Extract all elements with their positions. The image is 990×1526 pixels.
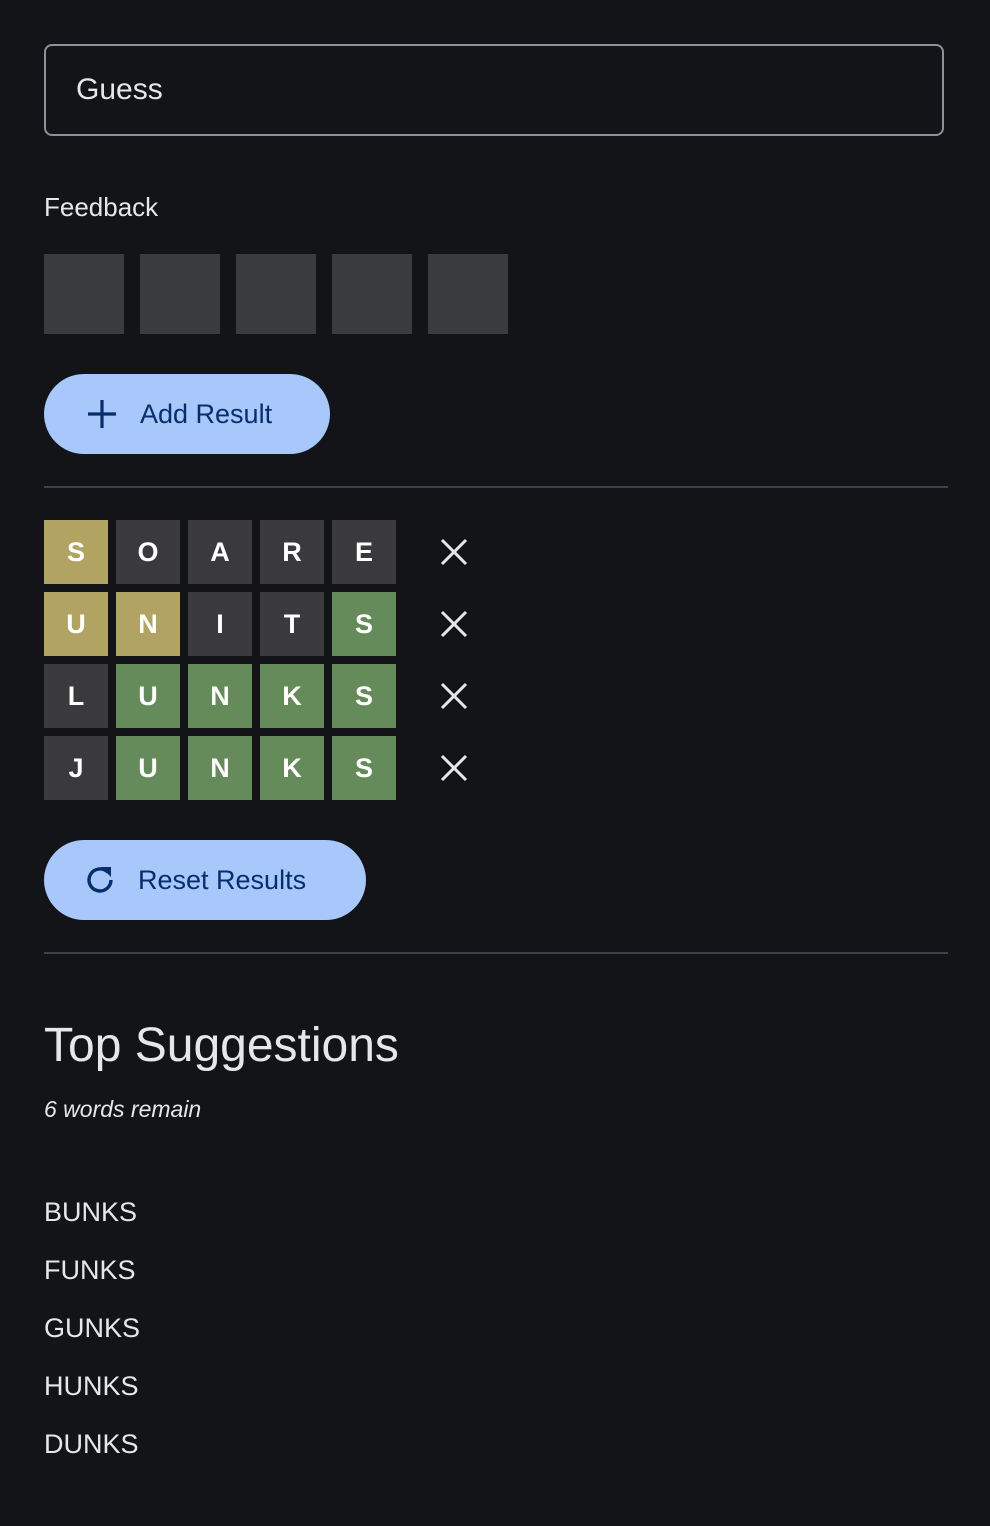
letter-tile: U bbox=[44, 592, 108, 656]
results-list: SOAREUNITSLUNKSJUNKS bbox=[44, 520, 474, 808]
suggestions-title: Top Suggestions bbox=[44, 1019, 399, 1072]
feedback-tile-5[interactable] bbox=[428, 254, 508, 334]
close-icon bbox=[440, 610, 468, 638]
divider bbox=[44, 486, 948, 488]
divider bbox=[44, 952, 948, 954]
letter-tile: S bbox=[44, 520, 108, 584]
result-row: UNITS bbox=[44, 592, 474, 656]
result-row: JUNKS bbox=[44, 736, 474, 800]
refresh-icon bbox=[82, 862, 118, 898]
feedback-label: Feedback bbox=[44, 192, 159, 222]
letter-tile: R bbox=[260, 520, 324, 584]
guess-field[interactable] bbox=[44, 44, 944, 136]
letter-tile: J bbox=[44, 736, 108, 800]
remove-result-button[interactable] bbox=[434, 748, 474, 788]
suggestion-item[interactable]: HUNKS bbox=[44, 1368, 140, 1426]
remove-result-button[interactable] bbox=[434, 532, 474, 572]
close-icon bbox=[440, 682, 468, 710]
letter-tile: A bbox=[188, 520, 252, 584]
plus-icon bbox=[84, 396, 120, 432]
result-row: LUNKS bbox=[44, 664, 474, 728]
letter-tile: N bbox=[188, 664, 252, 728]
result-row: SOARE bbox=[44, 520, 474, 584]
letter-tile: U bbox=[116, 664, 180, 728]
suggestion-item[interactable]: BUNKS bbox=[44, 1194, 140, 1252]
guess-input[interactable] bbox=[76, 46, 922, 134]
reset-results-label: Reset Results bbox=[138, 864, 307, 895]
feedback-tile-3[interactable] bbox=[236, 254, 316, 334]
letter-tile: L bbox=[44, 664, 108, 728]
reset-results-button[interactable]: Reset Results bbox=[44, 840, 366, 920]
feedback-tile-4[interactable] bbox=[332, 254, 412, 334]
letter-tile: E bbox=[332, 520, 396, 584]
letter-tile: K bbox=[260, 664, 324, 728]
letter-tile: S bbox=[332, 592, 396, 656]
remove-result-button[interactable] bbox=[434, 604, 474, 644]
remove-result-button[interactable] bbox=[434, 676, 474, 716]
letter-tile: K bbox=[260, 736, 324, 800]
letter-tile: U bbox=[116, 736, 180, 800]
letter-tile: O bbox=[116, 520, 180, 584]
suggestion-list: BUNKS FUNKS GUNKS HUNKS DUNKS bbox=[44, 1194, 140, 1484]
words-remain-text: 6 words remain bbox=[44, 1096, 202, 1122]
letter-tile: S bbox=[332, 664, 396, 728]
letter-tile: S bbox=[332, 736, 396, 800]
add-result-label: Add Result bbox=[140, 398, 273, 429]
feedback-tiles bbox=[44, 254, 508, 334]
suggestion-item[interactable]: GUNKS bbox=[44, 1310, 140, 1368]
suggestion-item[interactable]: FUNKS bbox=[44, 1252, 140, 1310]
letter-tile: N bbox=[188, 736, 252, 800]
letter-tile: T bbox=[260, 592, 324, 656]
page: Feedback Add Result SOAREUNITSLUNKSJUNKS… bbox=[0, 0, 990, 1526]
suggestion-item[interactable]: DUNKS bbox=[44, 1426, 140, 1484]
close-icon bbox=[440, 538, 468, 566]
feedback-tile-2[interactable] bbox=[140, 254, 220, 334]
close-icon bbox=[440, 754, 468, 782]
add-result-button[interactable]: Add Result bbox=[44, 374, 330, 454]
letter-tile: N bbox=[116, 592, 180, 656]
letter-tile: I bbox=[188, 592, 252, 656]
feedback-tile-1[interactable] bbox=[44, 254, 124, 334]
